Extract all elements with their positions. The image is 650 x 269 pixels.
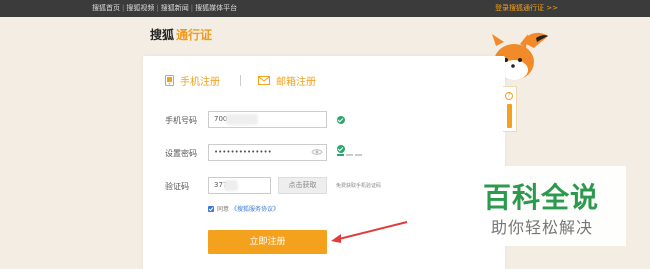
nav-sohu-video[interactable]: 搜狐视频 [126, 3, 154, 13]
nav-sohu-home[interactable]: 搜狐首页 [92, 3, 120, 13]
nav-separator: | [122, 4, 125, 12]
password-valid-check-icon [337, 145, 345, 153]
nav-sohu-news[interactable]: 搜狐新闻 [161, 3, 189, 13]
tab-divider [240, 75, 241, 86]
strength-bar-3 [355, 154, 362, 156]
tab-email-register[interactable]: 邮箱注册 [258, 73, 316, 88]
tab-email-label: 邮箱注册 [276, 77, 316, 88]
strength-bar-2 [346, 154, 353, 156]
nav-separator: | [190, 4, 194, 12]
side-help-tab[interactable]: ? [503, 86, 517, 132]
help-icon: ? [505, 92, 513, 100]
agree-checkbox[interactable] [208, 205, 214, 212]
watermark-subtitle: 助你轻松解决 [491, 218, 594, 237]
checkmark-icon [208, 206, 214, 211]
phone-label: 手机号码 [165, 116, 197, 125]
tab-phone-register[interactable]: 手机注册 [165, 73, 220, 88]
redacted-phone [226, 114, 258, 125]
nav-sohu-media[interactable]: 搜狐媒体平台 [195, 3, 237, 13]
red-arrow-annotation [331, 221, 408, 243]
service-agreement-link[interactable]: 《搜狐服务协议》 [231, 204, 279, 213]
top-bar: 搜狐首页 | 搜狐视频 | 搜狐新闻 | 搜狐媒体平台 登录搜狐通行证 >> [0, 0, 650, 17]
watermark-title: 百科全说 [483, 181, 600, 214]
password-strength-meter [337, 154, 362, 156]
tab-phone-label: 手机注册 [180, 77, 220, 88]
password-label: 设置密码 [165, 149, 197, 158]
strength-bar-1 [337, 154, 344, 156]
register-button[interactable]: 立即注册 [208, 230, 327, 254]
mail-icon [258, 76, 270, 85]
code-tip: 免费获取手机验证码 [336, 183, 382, 189]
code-label: 验证码 [165, 182, 189, 191]
top-nav: 搜狐首页 | 搜狐视频 | 搜狐新闻 | 搜狐媒体平台 [92, 3, 237, 13]
phone-icon [165, 75, 174, 86]
brand-logo: 搜狐 通行证 [150, 26, 212, 43]
agreement-row: 同意 《搜狐服务协议》 [208, 204, 279, 213]
get-code-button[interactable]: 点击获取 [278, 177, 327, 194]
agree-text: 同意 [217, 206, 230, 213]
eye-icon[interactable] [311, 148, 323, 156]
code-input[interactable]: 377 [208, 177, 271, 194]
password-value: •••••••••••••• [214, 148, 272, 156]
brand-pass: 通行证 [176, 28, 213, 42]
side-tab-bar [507, 104, 512, 128]
login-link[interactable]: 登录搜狐通行证 >> [495, 3, 558, 13]
brand-name: 搜狐 [150, 28, 175, 42]
password-input[interactable]: •••••••••••••• [208, 144, 327, 161]
phone-valid-check-icon [337, 116, 345, 124]
redacted-code [224, 180, 238, 191]
nav-separator: | [156, 4, 159, 12]
